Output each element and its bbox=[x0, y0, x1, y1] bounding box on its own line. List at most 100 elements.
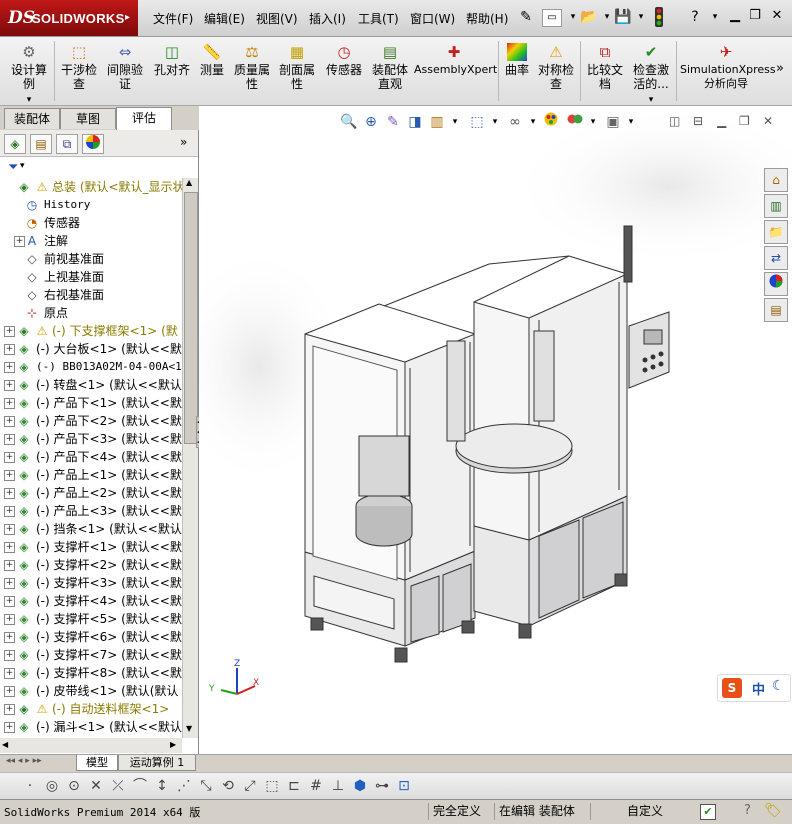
rectangle-icon[interactable]: ⬚ bbox=[262, 776, 282, 796]
tree-item[interactable]: ◷ History bbox=[0, 196, 182, 214]
menu-tools[interactable]: 工具(T) bbox=[358, 10, 399, 27]
tree-item[interactable]: + ◈ (-) 产品下<4> (默认<<默 bbox=[0, 448, 182, 466]
tree-item[interactable]: + ◈ (-) 产品上<2> (默认<<默 bbox=[0, 484, 182, 502]
symmetry-check-button[interactable]: ⚠ 对称检 查 bbox=[535, 43, 577, 91]
tree-item[interactable]: ◇ 上视基准面 bbox=[0, 268, 182, 286]
tree-item[interactable]: ◔ 传感器 bbox=[0, 214, 182, 232]
logo-flyout-arrow-icon[interactable]: ▸ bbox=[125, 12, 130, 23]
tree-expand-icon[interactable]: + bbox=[4, 524, 15, 535]
tag-icon[interactable]: 🏷 bbox=[764, 803, 782, 819]
menu-insert[interactable]: 插入(I) bbox=[309, 10, 346, 27]
tab-evaluate[interactable]: 评估 bbox=[116, 107, 172, 130]
tree-item[interactable]: + ◈ (-) BB013A02M-04-00A<1> bbox=[0, 358, 182, 376]
tree-expand-icon[interactable]: + bbox=[4, 398, 15, 409]
menu-edit[interactable]: 编辑(E) bbox=[204, 10, 245, 27]
compare-documents-button[interactable]: ⧉ 比较文 档 bbox=[584, 43, 626, 91]
featuremanager-tab-icon[interactable]: ◈ bbox=[4, 134, 26, 154]
tree-item[interactable]: + ◈ (-) 产品上<1> (默认<<默 bbox=[0, 466, 182, 484]
solidworks-logo[interactable]: DS SOLIDWORKS ▸ bbox=[0, 0, 138, 36]
smart-dimension-icon[interactable]: ⊶ bbox=[372, 776, 392, 796]
minimize-icon[interactable]: ▁ bbox=[726, 7, 744, 25]
hole-alignment-button[interactable]: ◫ 孔对齐 bbox=[150, 43, 194, 77]
slot-icon[interactable]: ⊏ bbox=[284, 776, 304, 796]
custom-properties-icon[interactable]: ▤ bbox=[764, 298, 788, 322]
panel-expand-icon[interactable]: » bbox=[180, 135, 187, 149]
tree-expand-icon[interactable]: + bbox=[4, 704, 15, 715]
tree-item[interactable]: + ◈ (-) 支撑杆<5> (默认<<默 bbox=[0, 610, 182, 628]
tree-item[interactable]: ⊹ 原点 bbox=[0, 304, 182, 322]
sensor-button[interactable]: ◷ 传感器 bbox=[322, 43, 366, 77]
move-entities-icon[interactable]: ⤡ bbox=[196, 776, 216, 796]
menu-help[interactable]: 帮助(H) bbox=[466, 10, 508, 27]
tree-horizontal-scrollbar[interactable]: ◀ ▶ bbox=[0, 738, 182, 753]
tree-expand-icon[interactable]: + bbox=[4, 380, 15, 391]
3d-sketch-icon[interactable]: ⬢ bbox=[350, 776, 370, 796]
help-icon[interactable]: ? bbox=[684, 7, 706, 27]
traffic-light-icon[interactable] bbox=[648, 7, 670, 27]
rebuild-status-icon[interactable]: ✔ bbox=[700, 804, 716, 820]
sketch-relation-icon[interactable]: ⊥ bbox=[328, 776, 348, 796]
tree-item[interactable]: + ◈ (-) 支撑杆<6> (默认<<默 bbox=[0, 628, 182, 646]
menu-view[interactable]: 视图(V) bbox=[256, 10, 298, 27]
file-explorer-icon[interactable]: 📁 bbox=[764, 220, 788, 244]
extend-icon[interactable]: ⤫ bbox=[108, 776, 128, 796]
sketch-picture-icon[interactable]: ⊡ bbox=[394, 776, 414, 796]
tree-vertical-scrollbar[interactable]: ▲ ▼ bbox=[182, 178, 198, 738]
tab-motion-study-1[interactable]: 运动算例 1 bbox=[118, 755, 196, 771]
tree-expand-icon[interactable]: + bbox=[4, 488, 15, 499]
tree-expand-icon[interactable]: + bbox=[4, 452, 15, 463]
check-active-dropdown-icon[interactable]: ▾ bbox=[649, 95, 654, 105]
tab-assembly[interactable]: 装配体 bbox=[4, 108, 60, 129]
tree-item[interactable]: + ◈ ⚠ (-) 自动送料框架<1> bbox=[0, 700, 182, 718]
tree-item[interactable]: + ◈ (-) 产品下<2> (默认<<默 bbox=[0, 412, 182, 430]
measure-button[interactable]: 📏 测量 bbox=[196, 43, 228, 77]
ime-indicator[interactable]: S 中 ☾ bbox=[717, 674, 791, 702]
tree-item[interactable]: + ◈ (-) 挡条<1> (默认<<默认 bbox=[0, 520, 182, 538]
tree-expand-icon[interactable]: + bbox=[4, 578, 15, 589]
tree-item[interactable]: + ◈ ⚠ (-) 下支撑框架<1> (默 bbox=[0, 322, 182, 340]
assemblyxpert-button[interactable]: ✚ AssemblyXpert bbox=[414, 43, 497, 77]
tree-item[interactable]: + ◈ (-) 产品下<1> (默认<<默 bbox=[0, 394, 182, 412]
clearance-verification-button[interactable]: ⇔ 间隙验 证 bbox=[104, 43, 146, 91]
interference-check-button[interactable]: ⬚ 干涉检 查 bbox=[58, 43, 100, 91]
help-dropdown-icon[interactable]: ▾ bbox=[704, 7, 726, 27]
tree-item[interactable]: ◈ ⚠ 总装 (默认<默认_显示状 bbox=[0, 178, 182, 196]
tree-expand-icon[interactable]: + bbox=[4, 686, 15, 697]
design-study-dropdown-icon[interactable]: ▾ bbox=[27, 95, 32, 105]
help-status-icon[interactable]: ? bbox=[744, 803, 751, 818]
tree-expand-icon[interactable]: + bbox=[4, 362, 15, 373]
tree-item[interactable]: + A 注解 bbox=[0, 232, 182, 250]
tab-sketch[interactable]: 草图 bbox=[60, 108, 116, 129]
menu-window[interactable]: 窗口(W) bbox=[410, 10, 455, 27]
filter-icon[interactable]: ⏷ bbox=[8, 160, 18, 175]
tree-item[interactable]: ◇ 前视基准面 bbox=[0, 250, 182, 268]
tree-expand-icon[interactable]: + bbox=[4, 344, 15, 355]
tree-item[interactable]: + ◈ (-) 支撑杆<4> (默认<<默 bbox=[0, 592, 182, 610]
scroll-down-icon[interactable]: ▼ bbox=[186, 724, 192, 733]
graphics-area[interactable]: 🔍 ⊕ ✎ ◨ ▥ ▾ ⬚ ▾ ∞ ▾ ▾ ▣ ▾ ◫ ⊟ ▁ ❐ ✕ Z Y … bbox=[199, 106, 792, 754]
design-study-button[interactable]: ⚙ 设计算 例 ▾ bbox=[6, 43, 52, 107]
circle-icon[interactable]: ◎ bbox=[42, 776, 62, 796]
tree-item[interactable]: + ◈ (-) 转盘<1> (默认<<默认 bbox=[0, 376, 182, 394]
restore-icon[interactable]: ❐ bbox=[746, 7, 764, 25]
tree-item[interactable]: + ◈ (-) 支撑杆<8> (默认<<默 bbox=[0, 664, 182, 682]
tree-expand-icon[interactable]: + bbox=[4, 560, 15, 571]
tree-item[interactable]: + ◈ (-) 产品上<3> (默认<<默 bbox=[0, 502, 182, 520]
menu-file[interactable]: 文件(F) bbox=[153, 10, 193, 27]
grid-icon[interactable]: # bbox=[306, 776, 326, 796]
assembly-visualization-button[interactable]: ▤ 装配体 直观 bbox=[369, 43, 411, 91]
tree-item[interactable]: + ◈ (-) 大台板<1> (默认<<默 bbox=[0, 340, 182, 358]
scroll-up-icon[interactable]: ▲ bbox=[186, 178, 192, 187]
view-palette-icon[interactable]: ⇄ bbox=[764, 246, 788, 270]
design-library-icon[interactable]: ▥ bbox=[764, 194, 788, 218]
tree-expand-icon[interactable]: + bbox=[4, 434, 15, 445]
appearances-icon[interactable] bbox=[764, 272, 788, 296]
close-icon[interactable]: ✕ bbox=[768, 7, 786, 25]
filter-dropdown-icon[interactable]: ▾ bbox=[20, 161, 25, 171]
solidworks-resources-icon[interactable]: ⌂ bbox=[764, 168, 788, 192]
propertymanager-tab-icon[interactable]: ▤ bbox=[30, 134, 52, 154]
trim-icon[interactable]: ✕ bbox=[86, 776, 106, 796]
configurationmanager-tab-icon[interactable]: ⧉ bbox=[56, 134, 78, 154]
offset-icon[interactable]: ⌒ bbox=[130, 776, 150, 796]
pin-menu-icon[interactable]: ✎ bbox=[515, 7, 537, 27]
